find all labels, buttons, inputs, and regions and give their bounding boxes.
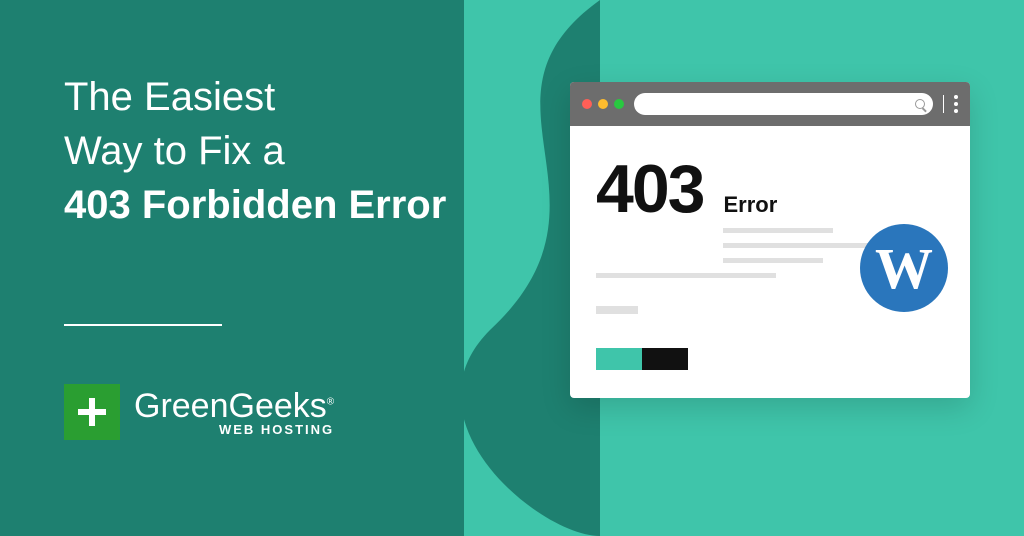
minimize-dot: [598, 99, 608, 109]
wordpress-icon: W: [860, 224, 948, 312]
headline-line2: Way to Fix a: [64, 124, 446, 178]
placeholder-line: [723, 243, 873, 248]
maximize-dot: [614, 99, 624, 109]
url-bar: [634, 93, 933, 115]
brand-text: GreenGeeks® WEB HOSTING: [134, 387, 334, 437]
browser-chrome: [570, 82, 970, 126]
headline-line3: 403 Forbidden Error: [64, 178, 446, 232]
headline: The Easiest Way to Fix a 403 Forbidden E…: [64, 70, 446, 232]
registered-mark: ®: [327, 397, 334, 408]
error-code: 403: [596, 150, 703, 228]
brand-name-text: GreenGeeks: [134, 387, 327, 425]
headline-line1: The Easiest: [64, 70, 446, 124]
teal-block: [596, 348, 642, 370]
wp-glyph: W: [875, 235, 933, 302]
browser-content: 403 Error W: [570, 126, 970, 302]
traffic-lights: [582, 99, 624, 109]
browser-window: 403 Error W: [570, 82, 970, 398]
text-lines: [723, 228, 873, 263]
chrome-divider: [943, 95, 944, 113]
plus-icon: [64, 384, 120, 440]
placeholder-line: [723, 228, 833, 233]
placeholder-line: [596, 273, 776, 278]
error-label: Error: [723, 192, 873, 218]
divider: [64, 324, 222, 326]
menu-dots-icon: [954, 95, 958, 113]
brand-name: GreenGeeks®: [134, 387, 334, 426]
bottom-content: [596, 306, 688, 370]
brand-logo: GreenGeeks® WEB HOSTING: [64, 384, 334, 440]
close-dot: [582, 99, 592, 109]
placeholder-line: [723, 258, 823, 263]
placeholder-line: [596, 306, 638, 314]
color-blocks: [596, 348, 688, 370]
dark-block: [642, 348, 688, 370]
search-icon: [915, 99, 925, 109]
